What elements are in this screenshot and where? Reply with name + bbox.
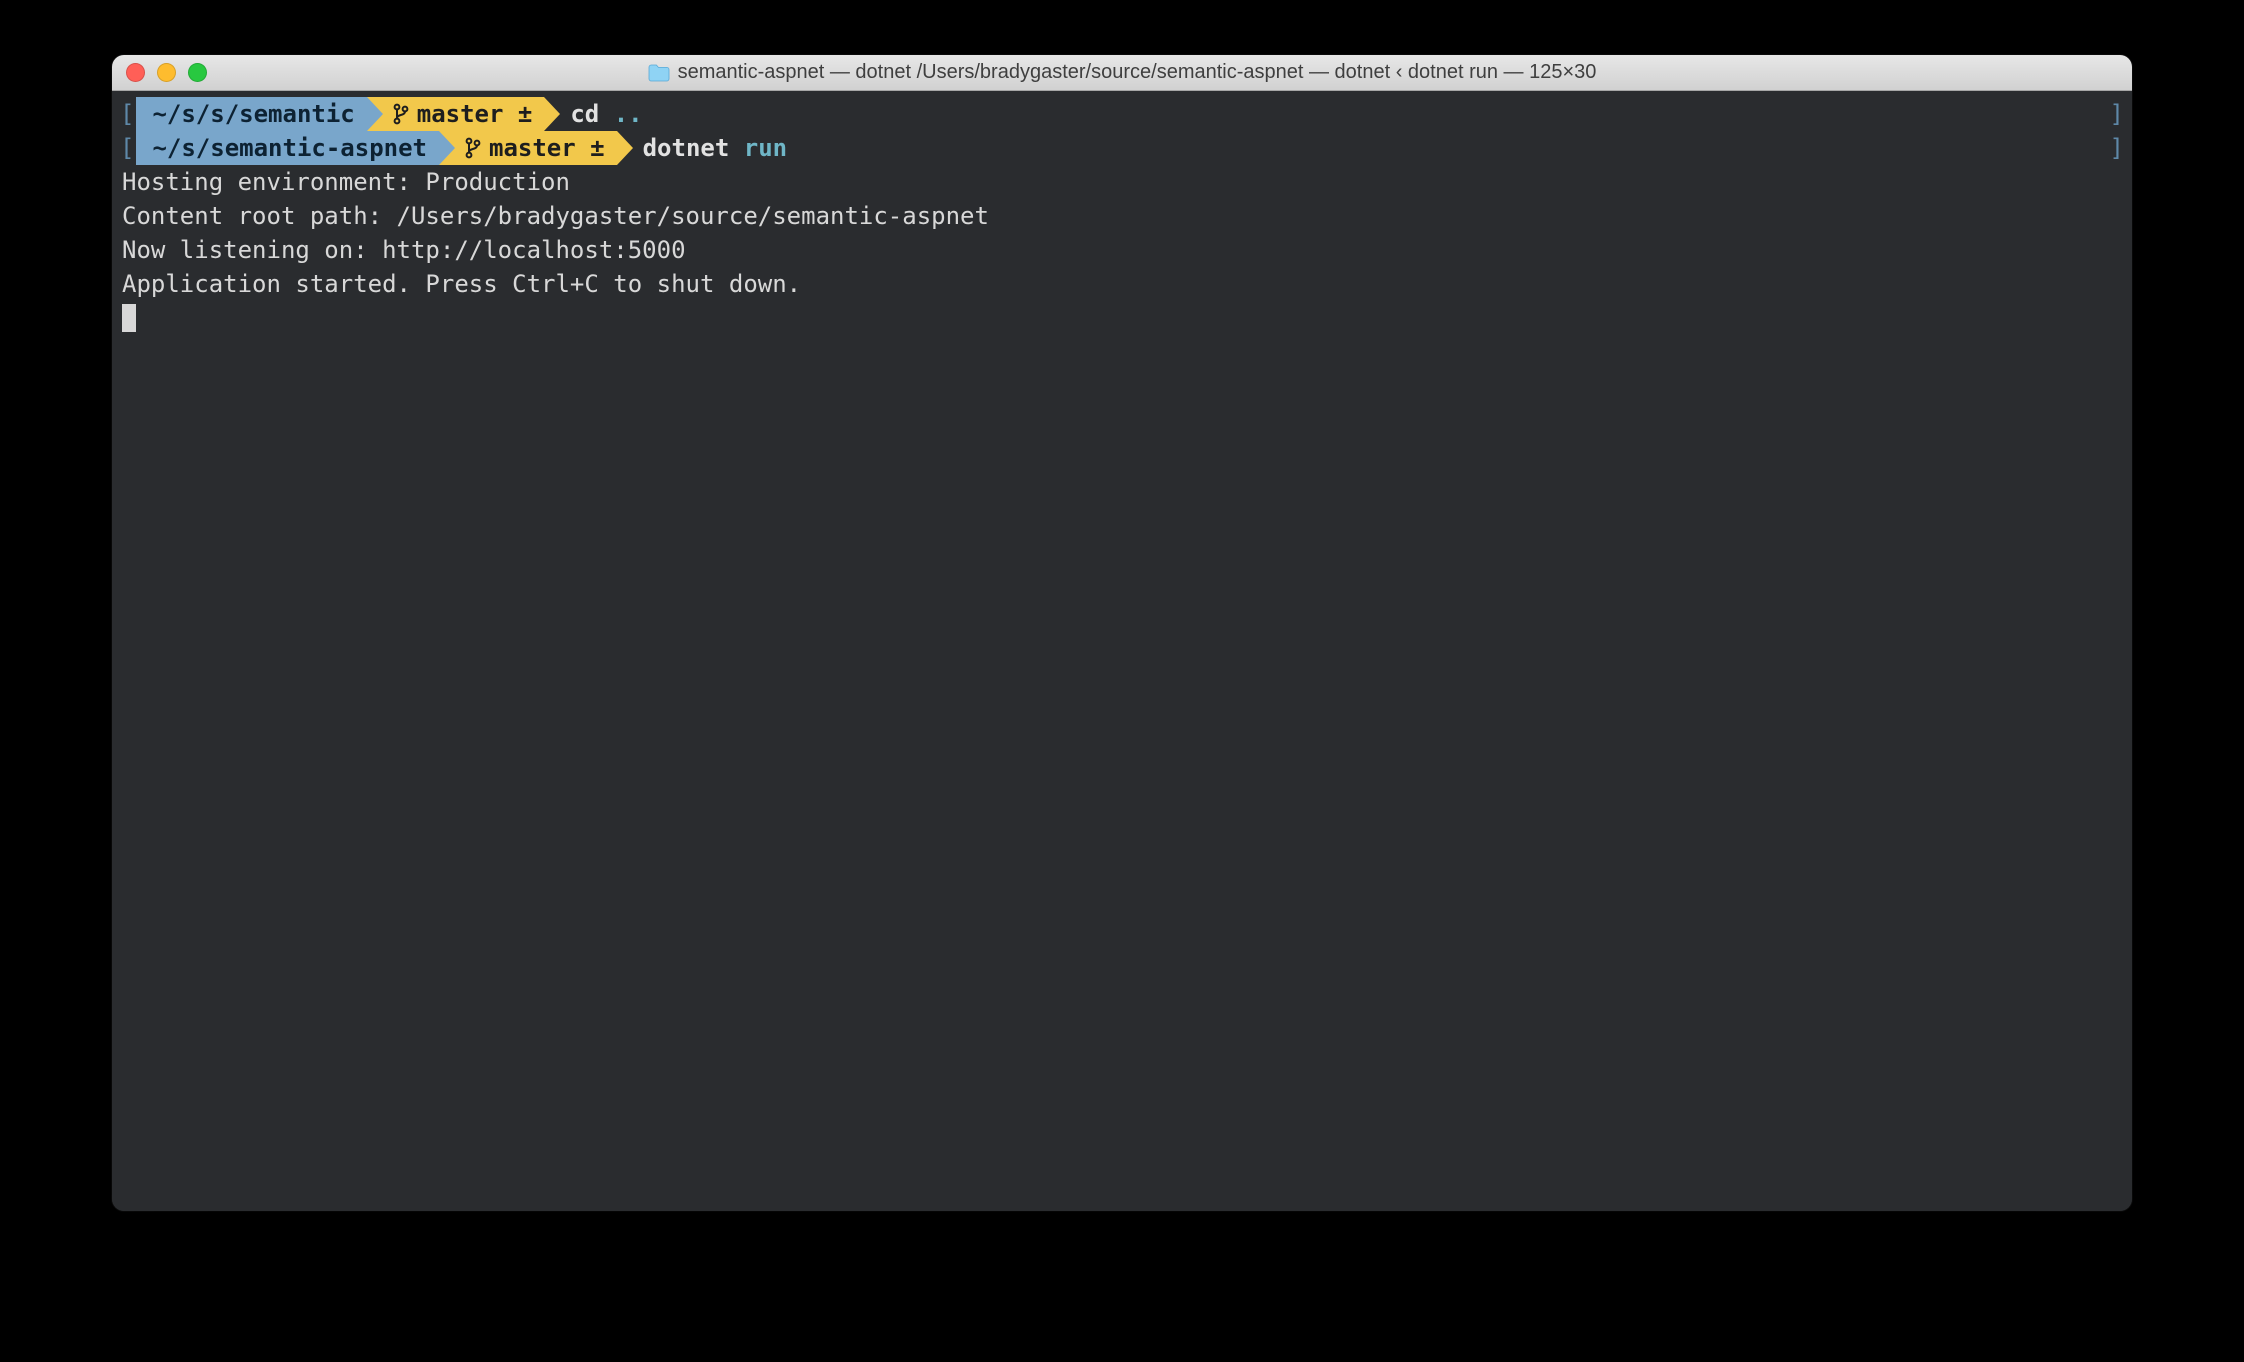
bracket-close: ] (2108, 131, 2126, 165)
command-arg: .. (614, 97, 643, 131)
prompt-path-segment: ~/s/s/semantic (136, 97, 366, 131)
prompt-path: ~/s/semantic-aspnet (152, 131, 427, 165)
output-line: Content root path: /Users/bradygaster/so… (118, 199, 2126, 233)
prompt-line-1: [ ~/s/s/semantic master ± cd (118, 97, 2126, 131)
minimize-button[interactable] (157, 63, 176, 82)
window-title-wrap: semantic-aspnet — dotnet /Users/bradygas… (112, 61, 2132, 84)
prompt-path: ~/s/s/semantic (152, 97, 354, 131)
output-line: Now listening on: http://localhost:5000 (118, 233, 2126, 267)
git-branch-icon (465, 137, 481, 159)
command: dotnet (643, 131, 730, 165)
traffic-lights (126, 63, 207, 82)
prompt-branch: master (489, 131, 576, 165)
window-title: semantic-aspnet — dotnet /Users/bradygas… (678, 61, 1597, 84)
prompt-dirty-indicator: ± (590, 131, 604, 165)
prompt-line-2: [ ~/s/semantic-aspnet master ± (118, 131, 2126, 165)
command: cd (570, 97, 599, 131)
bracket-open: [ (118, 131, 136, 165)
terminal-window: semantic-aspnet — dotnet /Users/bradygas… (112, 55, 2132, 1211)
folder-icon (648, 64, 670, 82)
prompt-path-segment: ~/s/semantic-aspnet (136, 131, 439, 165)
zoom-button[interactable] (188, 63, 207, 82)
prompt-dirty-indicator (503, 97, 517, 131)
prompt-command-segment: cd .. (544, 97, 654, 131)
output-line: Application started. Press Ctrl+C to shu… (118, 267, 2126, 301)
git-branch-icon (393, 103, 409, 125)
command-arg: run (744, 131, 787, 165)
prompt-git-segment: master ± (367, 97, 545, 131)
titlebar[interactable]: semantic-aspnet — dotnet /Users/bradygas… (112, 55, 2132, 91)
output-line: Hosting environment: Production (118, 165, 2126, 199)
cursor (122, 304, 136, 332)
close-button[interactable] (126, 63, 145, 82)
bracket-close: ] (2108, 97, 2126, 131)
prompt-command-segment: dotnet run (617, 131, 800, 165)
terminal-body[interactable]: [ ~/s/s/semantic master ± cd (112, 91, 2132, 1211)
bracket-open: [ (118, 97, 136, 131)
prompt-branch: master (417, 97, 504, 131)
prompt-git-segment: master ± (439, 131, 617, 165)
